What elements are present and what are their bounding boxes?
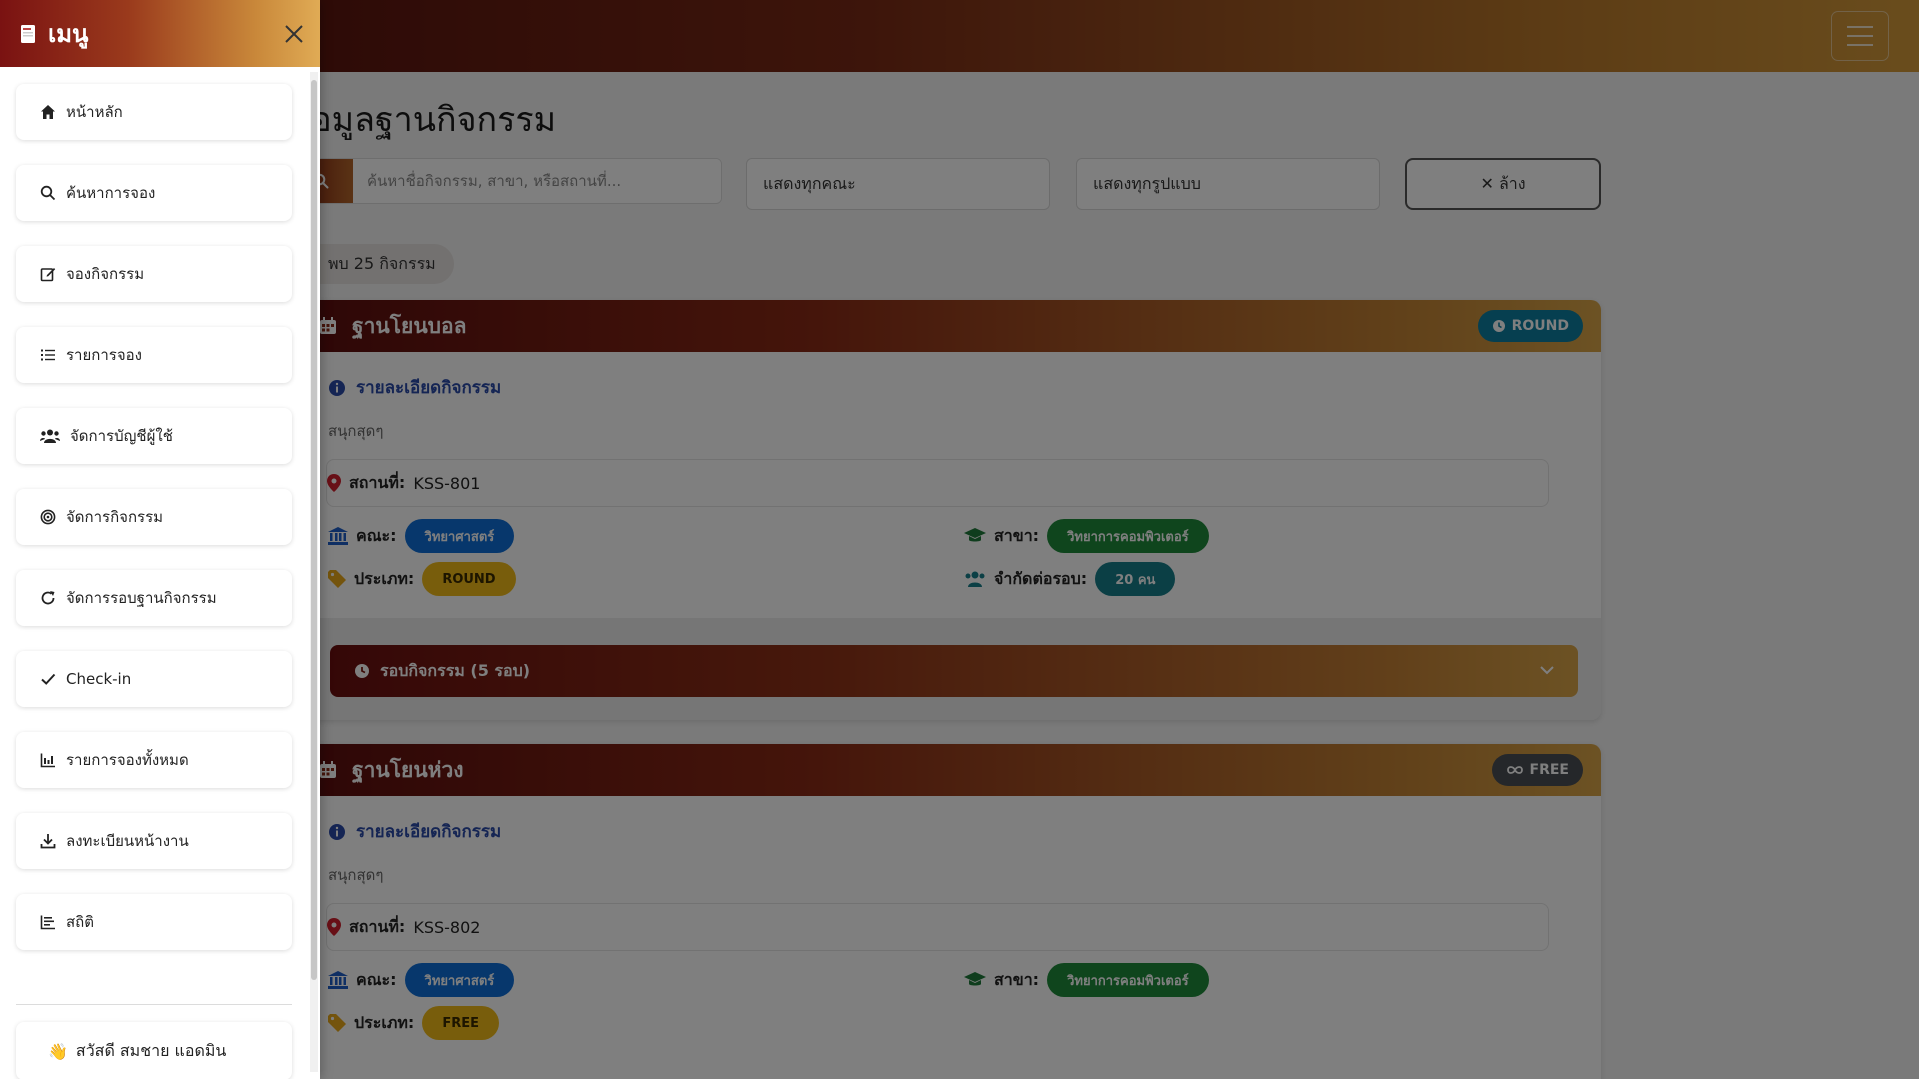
sidebar-item-label: ลงทะเบียนหน้างาน xyxy=(66,832,189,850)
refresh-icon xyxy=(41,591,55,605)
sidebar-item-book-activity[interactable]: จองกิจกรรม xyxy=(16,246,292,302)
sidebar-title: เมนู xyxy=(48,20,89,48)
sidebar-divider xyxy=(16,1004,292,1005)
sidebar-item-label: Check-in xyxy=(66,670,132,688)
book-icon xyxy=(21,24,35,43)
sidebar-item-bookings[interactable]: รายการจอง xyxy=(16,327,292,383)
search-icon xyxy=(40,185,56,201)
target-icon xyxy=(40,509,56,525)
sidebar-menu: เมนู หน้าหลัก ค้นหาการจอง จองกิจกรรม ราย… xyxy=(0,0,320,1079)
sidebar-item-label: จัดการรอบฐานกิจกรรม xyxy=(66,589,217,607)
sidebar-item-label: จัดการบัญชีผู้ใช้ xyxy=(70,427,173,445)
edit-icon xyxy=(40,268,56,282)
sidebar-item-manage-activities[interactable]: จัดการกิจกรรม xyxy=(16,489,292,545)
sidebar-item-label: ค้นหาการจอง xyxy=(66,184,156,202)
sidebar-item-checkin[interactable]: Check-in xyxy=(16,651,292,707)
sidebar-item-manage-rounds[interactable]: จัดการรอบฐานกิจกรรม xyxy=(16,570,292,626)
stats-icon xyxy=(40,915,55,930)
sidebar-item-label: จองกิจกรรม xyxy=(66,265,145,283)
sidebar-item-all-bookings[interactable]: รายการจองทั้งหมด xyxy=(16,732,292,788)
sidebar-item-search-booking[interactable]: ค้นหาการจอง xyxy=(16,165,292,221)
sidebar-item-onsite-register[interactable]: ลงทะเบียนหน้างาน xyxy=(16,813,292,869)
sidebar-item-user-accounts[interactable]: จัดการบัญชีผู้ใช้ xyxy=(16,408,292,464)
sidebar-item-label: จัดการกิจกรรม xyxy=(66,508,164,526)
download-icon xyxy=(40,834,56,849)
sidebar-header: เมนู xyxy=(0,0,320,67)
sidebar-item-label: รายการจอง xyxy=(66,346,142,364)
sidebar-scrollbar-thumb[interactable] xyxy=(311,80,317,980)
sidebar-item-home[interactable]: หน้าหลัก xyxy=(16,84,292,140)
users-icon xyxy=(40,429,60,443)
sidebar-item-statistics[interactable]: สถิติ xyxy=(16,894,292,950)
sidebar-item-label: สถิติ xyxy=(66,913,94,931)
chart-icon xyxy=(40,753,55,768)
sidebar-item-label: หน้าหลัก xyxy=(66,103,123,121)
waving-hand-icon: 👋 xyxy=(48,1041,68,1061)
home-icon xyxy=(41,105,55,119)
list-icon xyxy=(41,349,55,361)
user-greeting-text: สวัสดี สมชาย แอดมิน xyxy=(75,1040,227,1060)
sidebar-item-label: รายการจองทั้งหมด xyxy=(66,751,189,769)
user-greeting: 👋 สวัสดี สมชาย แอดมิน xyxy=(16,1022,292,1079)
check-icon xyxy=(41,673,56,685)
close-icon[interactable] xyxy=(282,22,306,46)
